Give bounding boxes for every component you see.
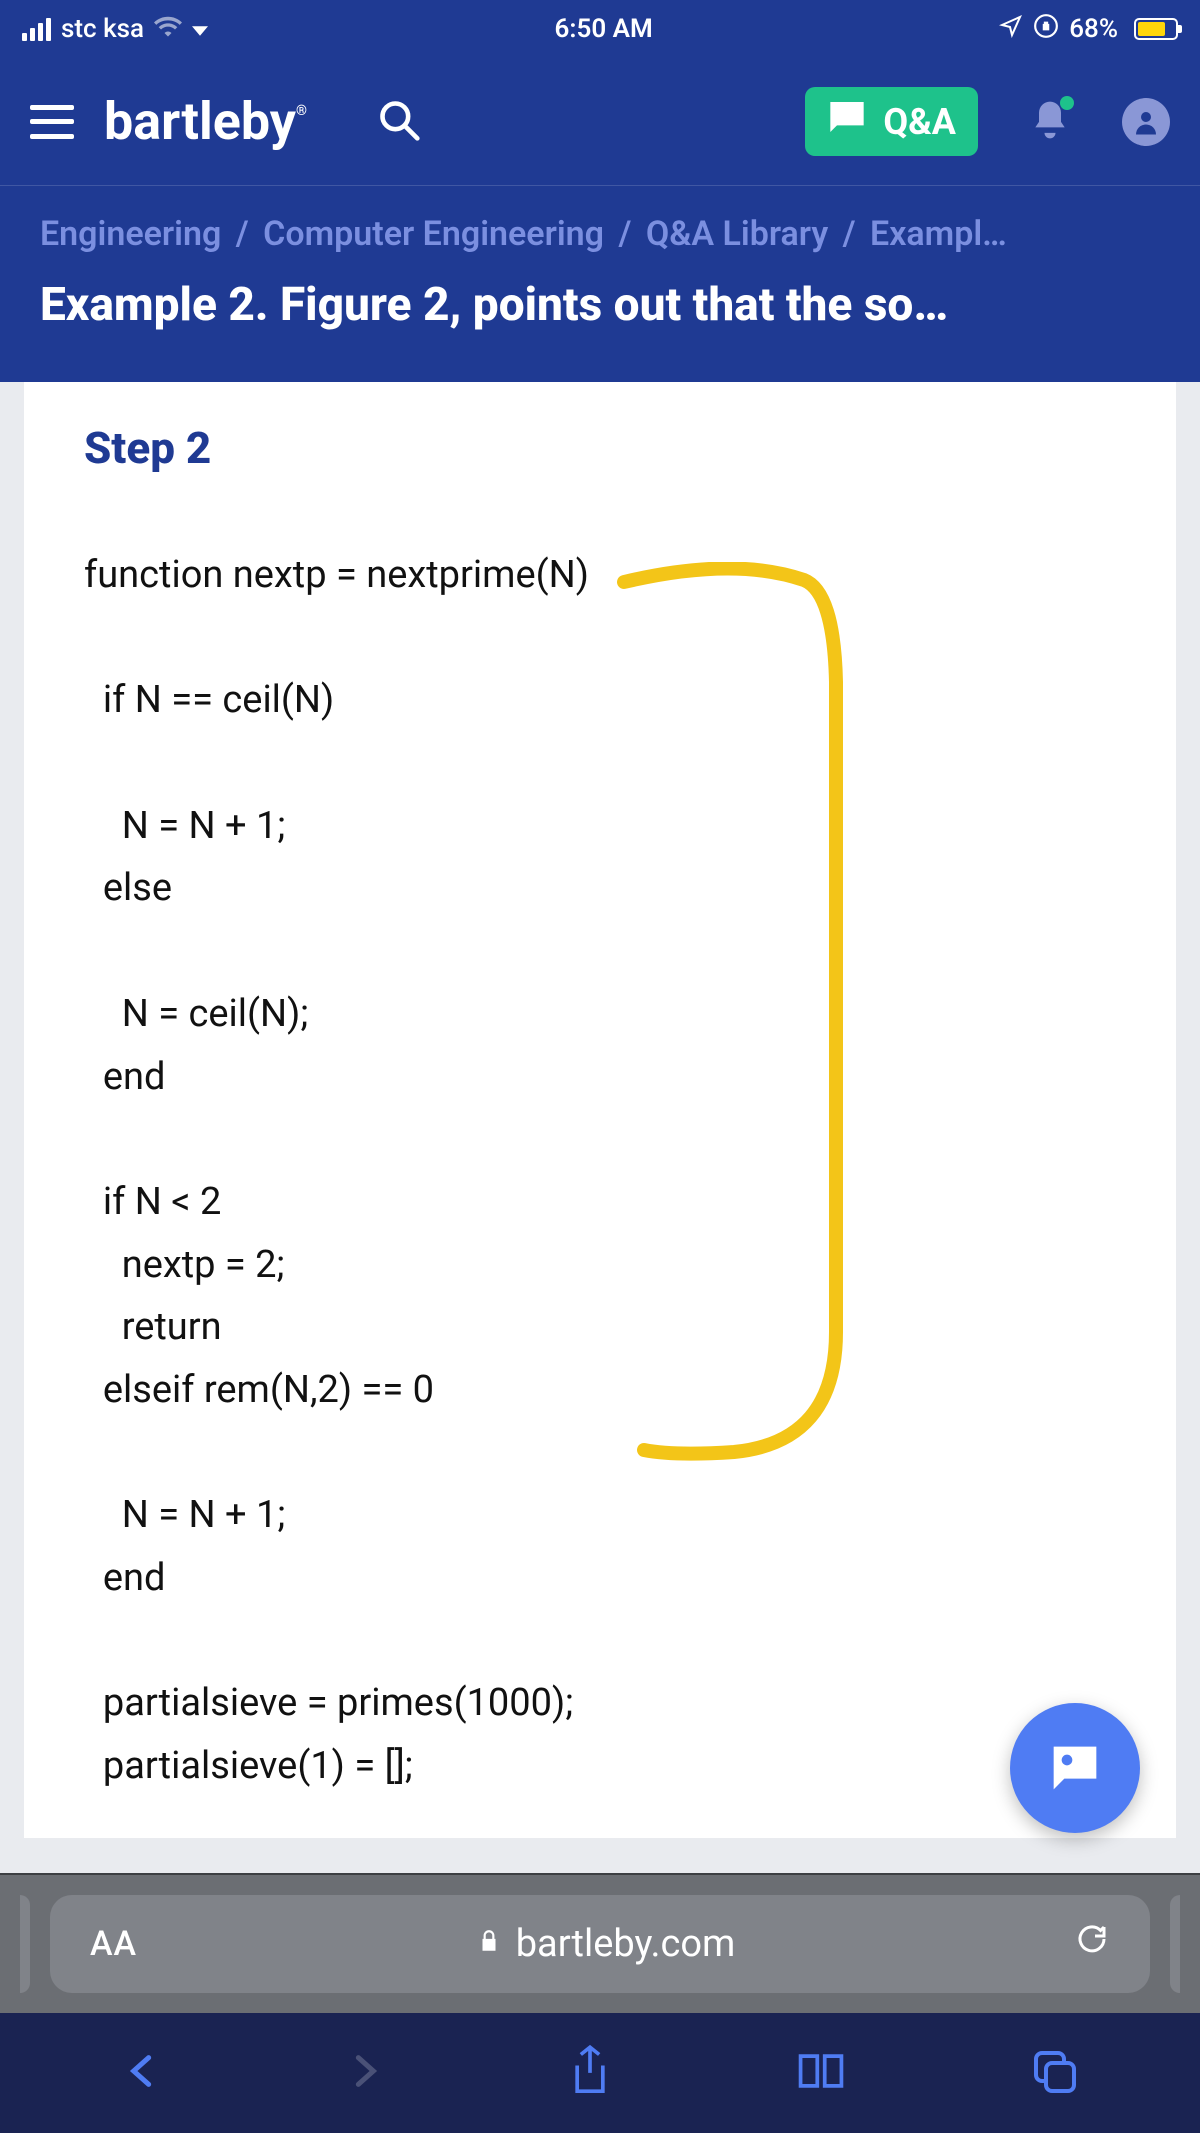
step-heading: Step 2: [84, 422, 1116, 474]
lock-icon: [476, 1922, 502, 1966]
answer-card: Step 2 function nextp = nextprime(N) if …: [24, 382, 1176, 1838]
content-area: Step 2 function nextp = nextprime(N) if …: [0, 382, 1200, 1838]
notification-dot-icon: [1060, 96, 1074, 110]
chat-fab[interactable]: [1010, 1703, 1140, 1833]
url-host: bartleby.com: [516, 1922, 736, 1966]
code-block: function nextp = nextprime(N) if N == ce…: [84, 544, 1116, 1798]
chat-icon: [827, 97, 867, 146]
menu-button[interactable]: [30, 105, 74, 139]
prev-tab-peek[interactable]: [20, 1895, 30, 1993]
qa-button[interactable]: Q&A: [805, 87, 978, 156]
battery-pct: 68%: [1069, 14, 1118, 44]
location-icon: [999, 14, 1023, 45]
reload-button[interactable]: [1074, 1921, 1110, 1967]
brand-logo[interactable]: bartleby®: [104, 91, 307, 152]
search-button[interactable]: [377, 98, 421, 146]
dropdown-icon: [192, 14, 208, 44]
qa-label: Q&A: [883, 101, 956, 143]
subheader: Engineering / Computer Engineering / Q&A…: [0, 186, 1200, 382]
signal-icon: [22, 18, 51, 41]
breadcrumb-sep: /: [843, 214, 856, 254]
breadcrumb-sep: /: [236, 214, 249, 254]
breadcrumb-item[interactable]: Engineering: [40, 214, 221, 254]
url-host-wrap: bartleby.com: [476, 1922, 736, 1966]
status-right: 68%: [999, 13, 1178, 46]
url-field[interactable]: AA bartleby.com: [50, 1895, 1150, 1993]
status-left: stc ksa: [22, 14, 208, 44]
tabs-button[interactable]: [1030, 2047, 1078, 2099]
wifi-icon: [154, 14, 182, 44]
back-button[interactable]: [122, 2045, 162, 2101]
notifications-button[interactable]: [1028, 98, 1072, 146]
account-button[interactable]: [1122, 98, 1170, 146]
page-title: Example 2. Figure 2, points out that the…: [40, 278, 1160, 332]
safari-url-bar: AA bartleby.com: [0, 1873, 1200, 2013]
next-tab-peek[interactable]: [1170, 1895, 1180, 1993]
battery-icon: [1134, 18, 1178, 40]
bookmarks-button[interactable]: [795, 2047, 847, 2099]
forward-button[interactable]: [345, 2045, 385, 2101]
safari-toolbar: [0, 2013, 1200, 2133]
orientation-lock-icon: [1033, 13, 1059, 46]
app-header: bartleby® Q&A: [0, 58, 1200, 186]
share-button[interactable]: [568, 2043, 612, 2103]
breadcrumb-item[interactable]: Exampl…: [870, 214, 1007, 254]
breadcrumb-item[interactable]: Q&A Library: [646, 214, 828, 254]
breadcrumb-item[interactable]: Computer Engineering: [263, 214, 604, 254]
breadcrumb-sep: /: [618, 214, 631, 254]
status-time: 6:50 AM: [555, 14, 653, 44]
text-size-button[interactable]: AA: [90, 1924, 137, 1964]
carrier-label: stc ksa: [61, 14, 144, 44]
breadcrumb: Engineering / Computer Engineering / Q&A…: [40, 214, 1160, 254]
ios-status-bar: stc ksa 6:50 AM 68%: [0, 0, 1200, 58]
